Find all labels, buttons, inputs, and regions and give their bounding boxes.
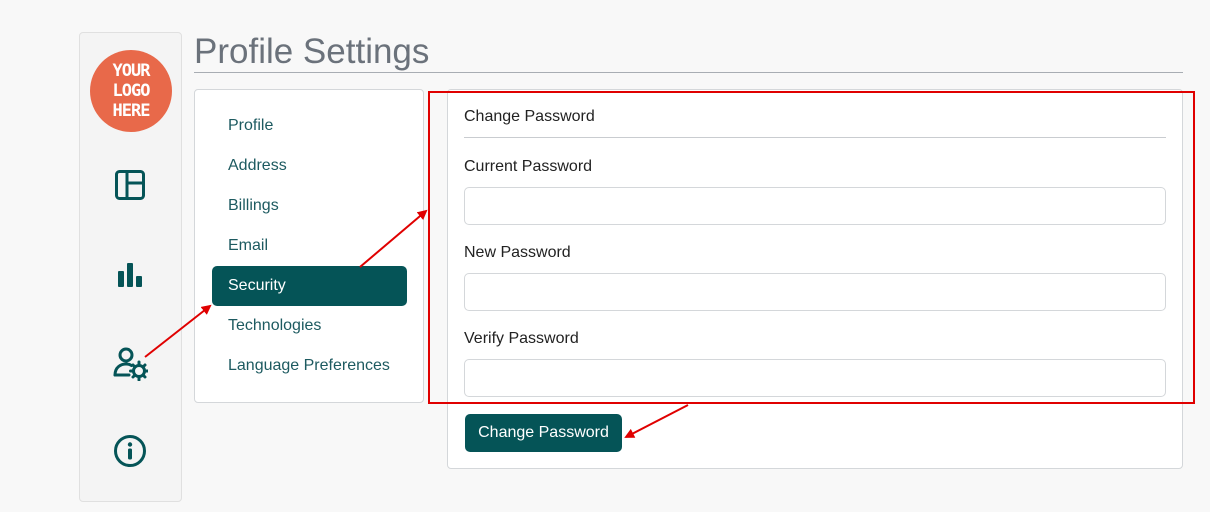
info-icon[interactable] [112,433,148,469]
card-title: Change Password [464,108,595,125]
verify-password-input[interactable] [464,359,1166,397]
nav-item-profile[interactable]: Profile [212,106,407,146]
nav-item-address[interactable]: Address [212,146,407,186]
nav-item-security[interactable]: Security [212,266,407,306]
verify-password-label: Verify Password [464,330,579,347]
user-settings-icon[interactable] [112,345,148,381]
nav-item-email[interactable]: Email [212,226,407,266]
dashboard-layout-icon[interactable] [112,167,148,203]
logo-line-1: YOUR [112,61,151,81]
logo: YOUR LOGO HERE [90,50,172,132]
new-password-label: New Password [464,244,571,261]
new-password-input[interactable] [464,273,1166,311]
title-divider [194,72,1183,73]
page-title: Profile Settings [194,32,430,71]
nav-item-billings[interactable]: Billings [212,186,407,226]
nav-item-technologies[interactable]: Technologies [212,306,407,346]
bar-chart-icon[interactable] [112,257,148,293]
settings-nav: Profile Address Billings Email Security … [194,89,424,403]
icon-sidebar: YOUR LOGO HERE [79,32,182,502]
change-password-button[interactable]: Change Password [465,414,622,452]
logo-line-3: HERE [112,101,151,121]
current-password-input[interactable] [464,187,1166,225]
current-password-label: Current Password [464,158,593,175]
card-divider [464,137,1166,138]
logo-line-2: LOGO [112,81,151,101]
nav-item-language-preferences[interactable]: Language Preferences [212,346,407,386]
